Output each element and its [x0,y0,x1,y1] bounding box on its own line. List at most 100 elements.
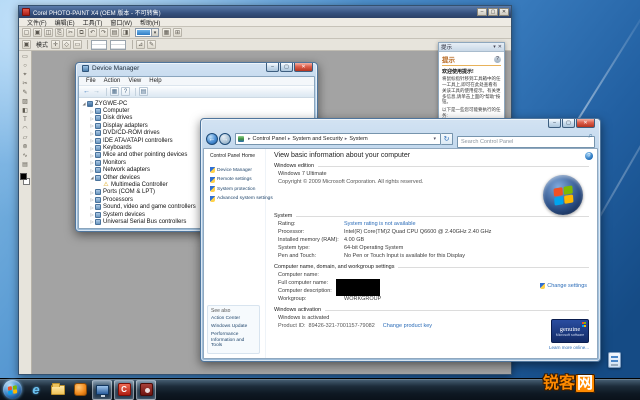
menu-help[interactable]: 帮助(H) [136,18,164,27]
clone-tool-icon[interactable]: ◧ [20,107,31,116]
taskbar-internet-explorer[interactable]: e [26,380,46,400]
application-launcher-icon[interactable]: ⊞ [173,28,182,37]
size-spinner[interactable] [110,40,126,50]
tree-item-computer-root[interactable]: ◢ ZYGWE-PC [81,100,314,107]
back-button[interactable]: ← [206,133,218,145]
foreground-color-swatch[interactable] [20,173,27,180]
device-manager-toolbar: ← → ▦ ? ▤ [79,86,314,98]
shape-tool-icon[interactable]: ◠ [20,125,31,134]
back-icon[interactable]: ← [83,88,90,95]
maximize-button[interactable]: ▢ [488,8,498,16]
rect-tool-icon[interactable]: ▱ [20,134,31,143]
taskbar-windows-explorer[interactable] [48,380,68,400]
taskbar-system-window[interactable] [92,380,112,400]
search-input[interactable] [457,136,595,148]
menu-file[interactable]: 文件(F) [23,18,51,27]
taskbar-corel-photo-paint[interactable]: C [114,380,134,400]
address-bar[interactable]: ▸ Control Panel ▸ System and Security ▸ … [235,133,441,145]
options-icon[interactable]: ▦ [162,28,171,37]
menu-view[interactable]: View [124,78,145,84]
sidebar-item-advanced-settings[interactable]: Advanced system settings [210,196,265,202]
color-swatch-well[interactable] [20,173,30,185]
rating-link[interactable]: System rating is not available [344,221,589,227]
sidebar-item-control-panel-home[interactable]: Control Panel Home [210,153,265,159]
import-icon[interactable]: ▤ [110,28,119,37]
chevron-down-icon[interactable]: ▾ [493,44,496,50]
breadcrumb-system-security[interactable]: System and Security [292,136,342,142]
mode-icon[interactable]: ▣ [22,40,31,49]
minimize-button[interactable]: – [548,119,561,128]
close-button[interactable]: ✕ [499,8,509,16]
taskbar-corel-draw[interactable] [136,380,156,400]
prop-tool-icon-5[interactable]: ✎ [147,40,156,49]
corel-title-bar[interactable]: Corel PHOTO-PAINT X4 (OEM 版本 - 不可转售) [19,6,511,18]
forward-icon[interactable]: → [93,88,100,95]
cut-icon[interactable]: ✂ [66,28,75,37]
menu-help[interactable]: Help [145,78,165,84]
breadcrumb-system[interactable]: System [349,136,367,142]
console-window-icon[interactable]: ▦ [110,87,119,96]
change-product-key-link[interactable]: Change product key [383,323,432,329]
minimize-button[interactable]: – [477,8,487,16]
breadcrumb-control-panel[interactable]: Control Panel [253,136,286,142]
redo-icon[interactable]: ↷ [99,28,108,37]
prop-tool-icon-3[interactable]: ▭ [73,40,82,49]
maximize-button[interactable]: ▢ [562,119,575,128]
cutout-tool-icon[interactable]: ✂ [20,80,31,89]
paint-tool-icon[interactable]: ✎ [20,89,31,98]
close-button[interactable]: ✕ [576,119,595,128]
close-icon[interactable]: ✕ [498,44,502,50]
copy-icon[interactable]: ⧉ [77,28,86,37]
desktop-shortcut-icon[interactable] [608,352,621,368]
learn-more-link[interactable]: Learn more online... [549,345,589,350]
menu-file[interactable]: File [82,78,100,84]
see-also-action-center[interactable]: Action Center [211,316,256,322]
tree-item-computer[interactable]: ▷ Computer [81,107,314,114]
change-settings-link[interactable]: Change settings [540,283,587,289]
sidebar-item-system-protection[interactable]: System protection [210,186,265,192]
mask-tool-icon[interactable]: ○ [20,62,31,71]
system-row-pen-touch: Pen and Touch: No Pen or Touch Input is … [274,253,589,261]
effect-tool-icon[interactable]: ▨ [20,98,31,107]
position-spinner[interactable] [91,40,107,50]
genuine-microsoft-badge[interactable]: genuine Microsoft software [551,319,589,343]
pick-tool-icon[interactable]: ▭ [20,53,31,62]
see-also-windows-update[interactable]: Windows Update [211,324,256,330]
start-button[interactable] [3,380,22,399]
forward-button[interactable]: → [219,133,231,145]
line-tool-icon[interactable]: ∿ [20,152,31,161]
text-tool-icon[interactable]: T [20,116,31,125]
refresh-button[interactable]: ↻ [441,133,453,145]
menu-edit[interactable]: 编辑(E) [51,18,79,27]
taskbar-media-player[interactable] [70,380,90,400]
tips-docker-titlebar[interactable]: 提示 ▾ ✕ [439,43,504,52]
sidebar-item-device-manager[interactable]: Device Manager [210,167,265,173]
prop-tool-icon-2[interactable]: ◇ [62,40,71,49]
ellipse-tool-icon[interactable]: ⊚ [20,143,31,152]
undo-icon[interactable]: ↶ [88,28,97,37]
minimize-button[interactable]: – [266,63,279,72]
help-icon[interactable]: ? [121,87,130,96]
close-button[interactable]: ✕ [294,63,313,72]
prop-tool-icon-4[interactable]: ⊿ [136,40,145,49]
fill-tool-icon[interactable]: ▤ [20,161,31,170]
menu-window[interactable]: 窗口(W) [106,18,136,27]
open-icon[interactable]: ▣ [33,28,42,37]
device-manager-titlebar[interactable]: Device Manager [82,65,139,72]
crop-tool-icon[interactable]: ⌖ [20,71,31,80]
menu-tools[interactable]: 工具(T) [79,18,107,27]
help-icon[interactable]: ? [494,56,501,63]
sidebar-item-remote-settings[interactable]: Remote settings [210,177,265,183]
menu-action[interactable]: Action [100,78,125,84]
print-icon[interactable]: ⎘ [55,28,64,37]
export-icon[interactable]: ◨ [121,28,130,37]
save-icon[interactable]: ◫ [44,28,53,37]
properties-icon[interactable]: ▤ [139,87,148,96]
prop-tool-icon-1[interactable]: ✛ [51,40,60,49]
chevron-down-icon[interactable]: ▾ [431,136,438,142]
chevron-down-icon[interactable]: ▾ [151,29,158,36]
new-document-icon[interactable]: ▢ [22,28,31,37]
zoom-level-combobox[interactable]: ▾ [135,28,159,37]
maximize-button[interactable]: ▢ [280,63,293,72]
see-also-performance-tools[interactable]: Performance Information and Tools [211,332,256,349]
